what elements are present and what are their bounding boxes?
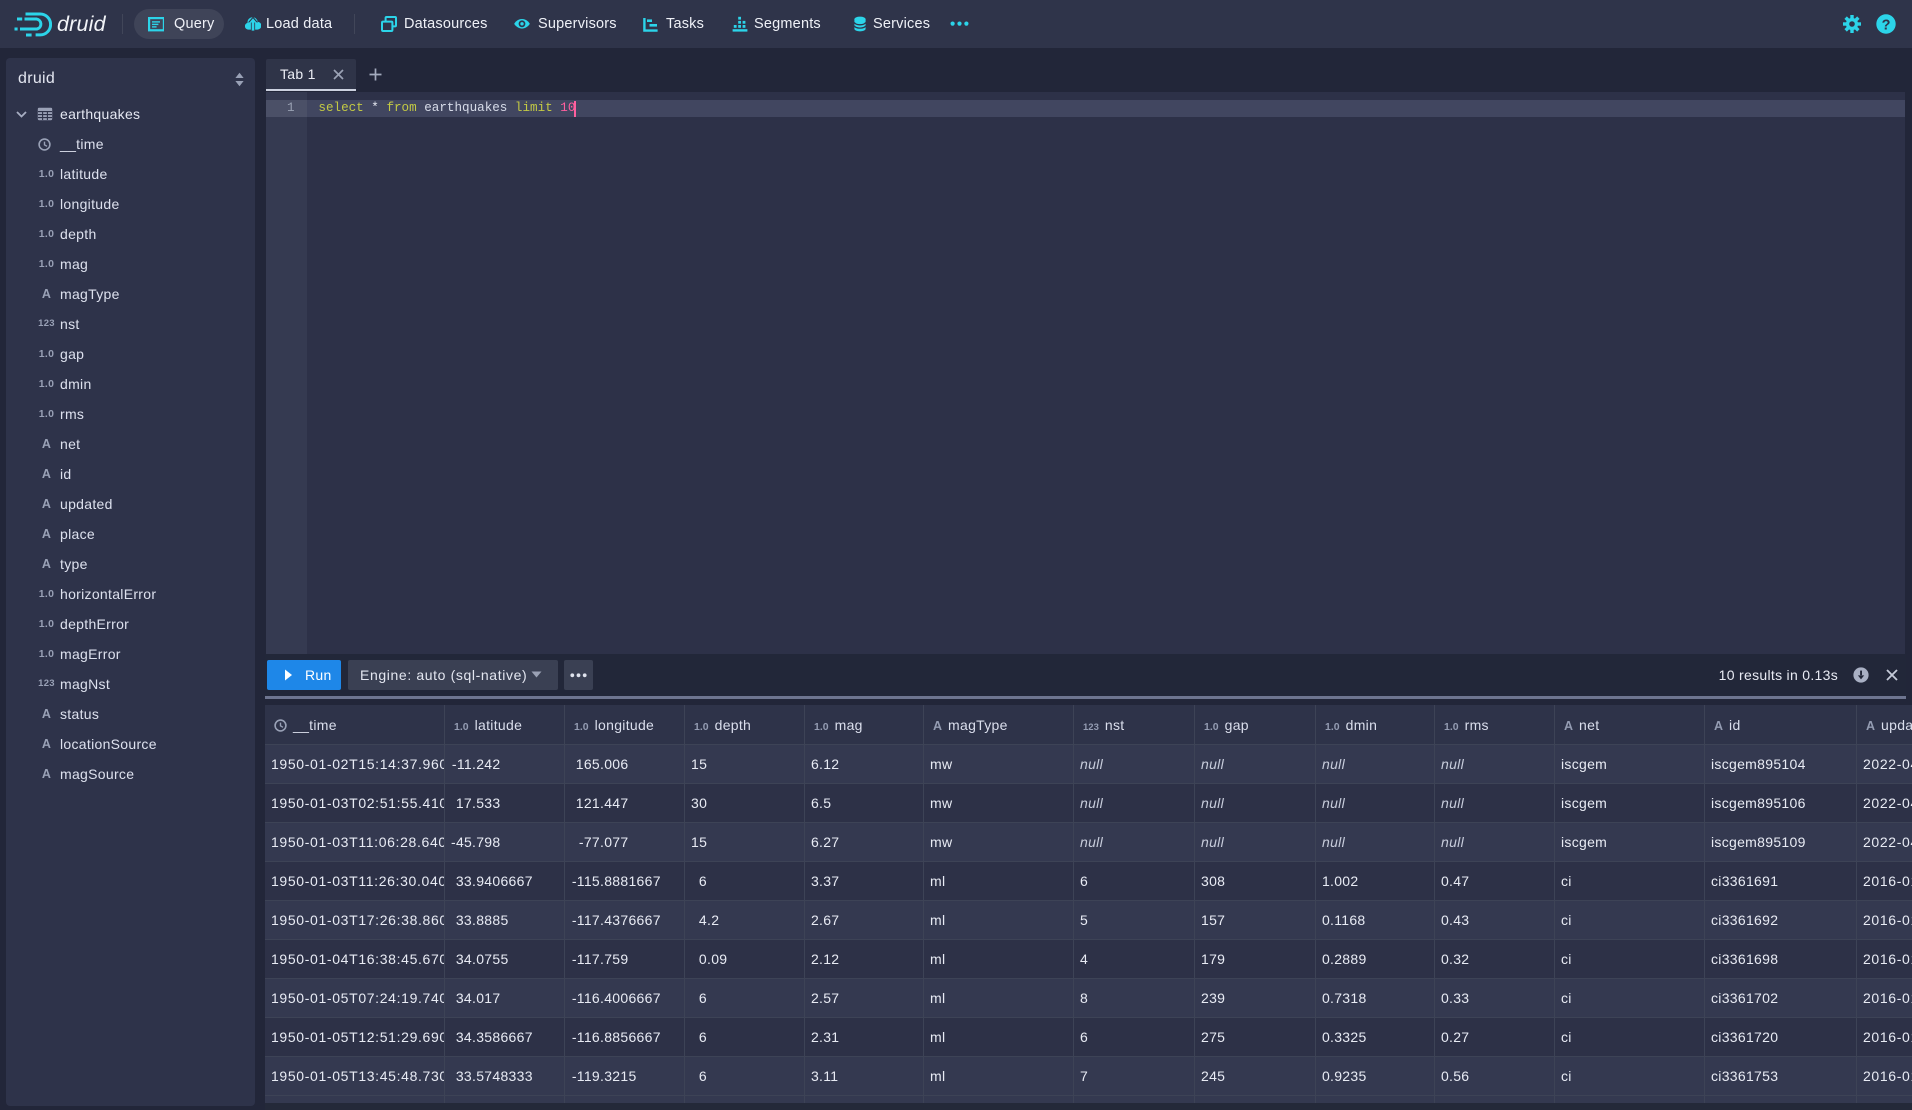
svg-text:?: ? — [1882, 17, 1891, 33]
